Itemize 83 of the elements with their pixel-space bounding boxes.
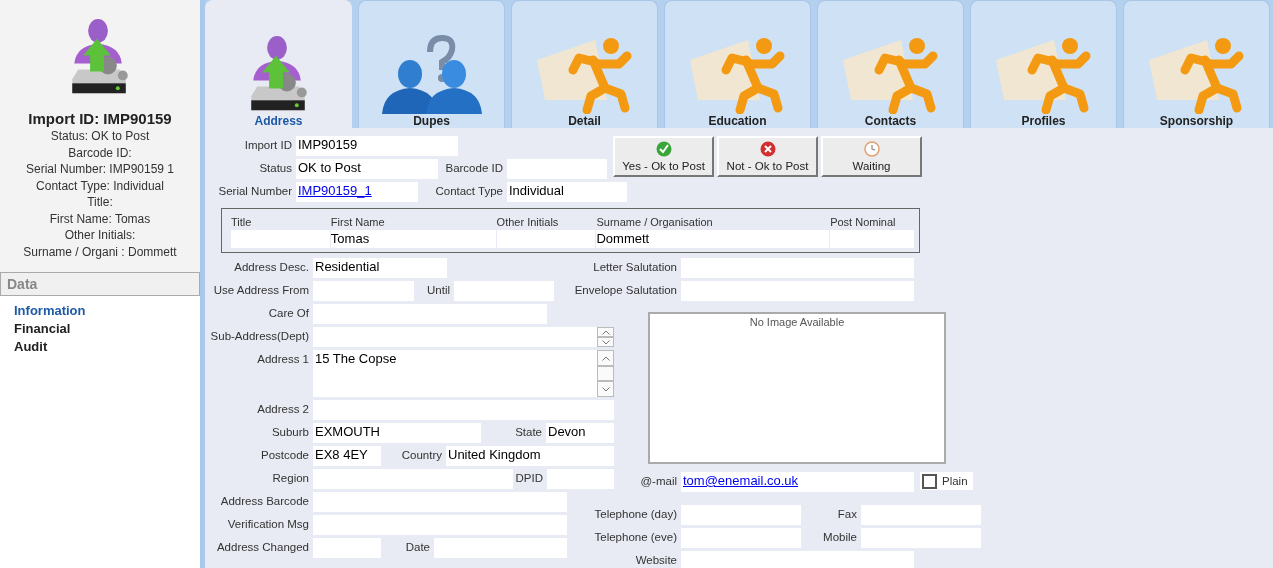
field-label: Telephone (eve) bbox=[594, 530, 677, 545]
section-header: Data bbox=[0, 272, 200, 296]
record-detail: Other Initials: bbox=[64, 227, 136, 244]
record-detail: Contact Type: Individual bbox=[36, 177, 164, 195]
field-label: Address Changed bbox=[216, 540, 309, 555]
field-label: Suburb bbox=[271, 425, 309, 440]
field-label: Import ID bbox=[244, 138, 292, 153]
column-heading: Other Initials bbox=[496, 215, 559, 230]
status-button[interactable]: Waiting bbox=[821, 136, 922, 177]
input-field[interactable]: IMP90159_1 bbox=[296, 182, 418, 202]
input-field[interactable]: Residential bbox=[313, 258, 447, 278]
nav-item[interactable]: Financial bbox=[0, 320, 85, 338]
field-label: Care Of bbox=[268, 306, 309, 321]
input-field[interactable]: tom@enemail.co.uk bbox=[681, 472, 914, 492]
field-label: Envelope Salutation bbox=[574, 283, 677, 298]
field-label: Letter Salutation bbox=[593, 260, 677, 275]
field-label: Use Address From bbox=[213, 283, 309, 298]
record-detail: First Name: Tomas bbox=[49, 210, 151, 228]
tab[interactable]: Contacts bbox=[817, 0, 964, 128]
record-detail: Title: bbox=[87, 194, 113, 211]
field-label: State bbox=[515, 425, 542, 440]
nav-item[interactable]: Audit bbox=[0, 338, 62, 356]
field-label: Contact Type bbox=[435, 184, 503, 199]
column-heading: Post Nominal bbox=[830, 215, 896, 230]
plain-checkbox[interactable]: Plain bbox=[920, 472, 973, 490]
field-label: Verification Msg bbox=[227, 517, 309, 532]
tab[interactable]: Profiles bbox=[970, 0, 1117, 128]
checkbox[interactable] bbox=[922, 473, 937, 489]
input-field[interactable]: EX8 4EY bbox=[313, 446, 381, 466]
field-label: Sub-Address(Dept) bbox=[210, 329, 309, 344]
field-label: Address 2 bbox=[257, 402, 309, 417]
field-label: Date bbox=[405, 540, 430, 555]
record-detail: Barcode ID: bbox=[68, 144, 132, 162]
record-title: Import ID: IMP90159 bbox=[28, 109, 172, 129]
field-label: Address 1 bbox=[257, 352, 309, 367]
field-label: @-mail bbox=[640, 474, 677, 489]
input-field[interactable]: OK to Post bbox=[296, 159, 438, 179]
field-label: Fax bbox=[837, 507, 857, 522]
tab[interactable]: Detail bbox=[511, 0, 658, 128]
field-link[interactable]: tom@enemail.co.uk bbox=[683, 473, 799, 488]
column-heading: First Name bbox=[330, 215, 385, 230]
record-detail: Serial Number: IMP90159 1 bbox=[25, 161, 175, 178]
checkbox-label: Plain bbox=[942, 475, 968, 487]
clock-icon bbox=[863, 141, 880, 157]
name-cell[interactable]: Tomas bbox=[330, 230, 496, 248]
input-field[interactable] bbox=[313, 327, 597, 347]
field-label: Country bbox=[401, 448, 442, 463]
spin-buttons[interactable] bbox=[597, 327, 614, 347]
name-cell[interactable]: Dommett bbox=[596, 230, 830, 248]
field-link[interactable]: IMP90159_1 bbox=[298, 183, 372, 198]
tab[interactable]: Dupes bbox=[358, 0, 505, 128]
field-label: Postcode bbox=[261, 448, 309, 463]
scroll-bar[interactable] bbox=[597, 350, 614, 397]
column-heading: Surname / Organisation bbox=[596, 215, 713, 230]
record-detail: Surname / Organi : Dommett bbox=[23, 243, 177, 261]
input-field[interactable]: IMP90159 bbox=[296, 136, 458, 156]
input-field[interactable]: EXMOUTH bbox=[313, 423, 481, 443]
field-label: Telephone (day) bbox=[594, 507, 677, 522]
field-label: Until bbox=[427, 283, 450, 298]
field-label: Barcode ID bbox=[445, 161, 503, 176]
field-label: Address Barcode bbox=[220, 494, 309, 509]
check-icon bbox=[655, 141, 672, 157]
no-image-text: No Image Available bbox=[749, 315, 845, 330]
text-area[interactable]: 15 The Copse bbox=[313, 350, 597, 397]
field-label: Status bbox=[259, 161, 292, 176]
nav-item[interactable]: Information bbox=[0, 302, 100, 320]
tab[interactable]: Address bbox=[205, 0, 352, 128]
field-label: Serial Number bbox=[218, 184, 292, 199]
close-icon bbox=[759, 141, 776, 157]
input-field[interactable]: United Kingdom bbox=[446, 446, 614, 466]
field-label: Region bbox=[272, 471, 309, 486]
tab[interactable]: Sponsorship bbox=[1123, 0, 1270, 128]
field-label: Address Desc. bbox=[234, 260, 309, 275]
input-field[interactable]: Individual bbox=[507, 182, 627, 202]
status-button[interactable]: Not - Ok to Post bbox=[717, 136, 818, 177]
record-detail: Status: OK to Post bbox=[50, 128, 150, 145]
tab[interactable]: Education bbox=[664, 0, 811, 128]
input-field[interactable]: Devon bbox=[546, 423, 614, 443]
field-label: Mobile bbox=[823, 530, 857, 545]
field-label: DPID bbox=[515, 471, 543, 486]
column-heading: Title bbox=[231, 215, 252, 230]
status-button[interactable]: Yes - Ok to Post bbox=[613, 136, 714, 177]
field-label: Website bbox=[635, 553, 677, 568]
